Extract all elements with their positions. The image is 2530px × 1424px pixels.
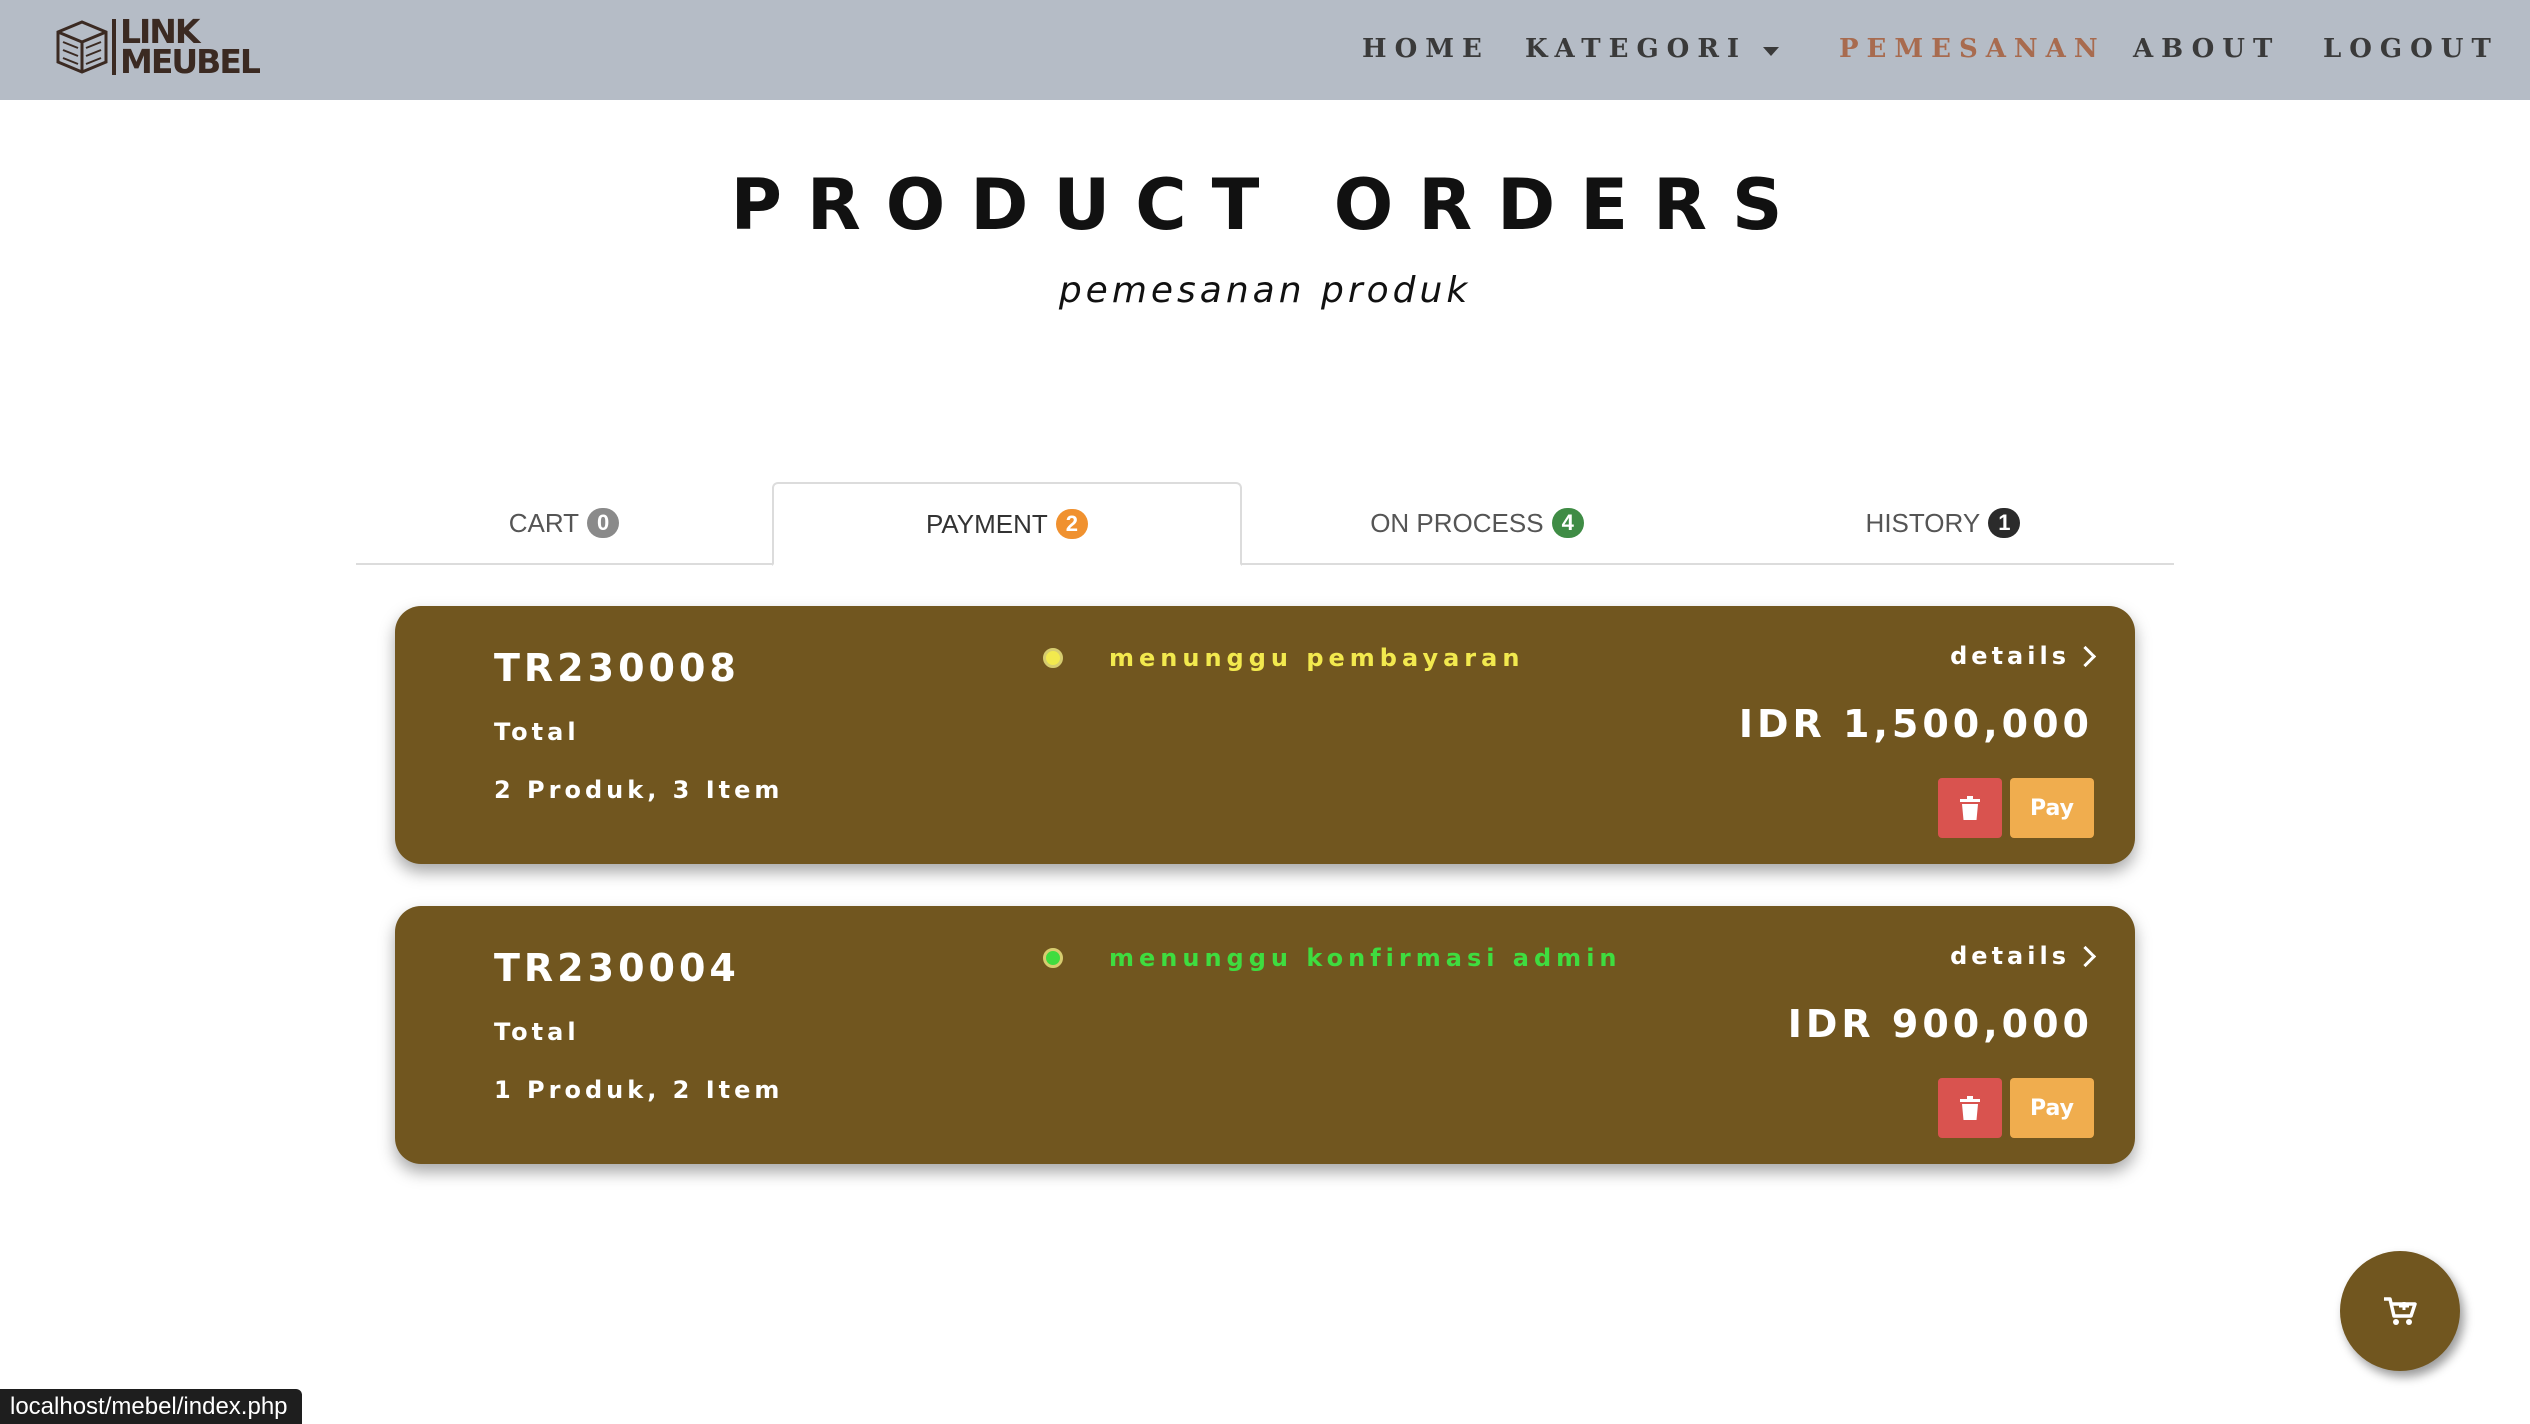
order-total-price: IDR 1,500,000 [1738, 702, 2093, 746]
count-badge: 0 [587, 508, 620, 538]
total-label: Total [494, 1018, 580, 1046]
nav-kategori[interactable]: KATEGORI [1525, 34, 1747, 64]
delete-order-button[interactable] [1938, 778, 2002, 838]
brand-line-2: MEUBEL [120, 42, 261, 81]
tab-label: ON PROCESS [1370, 507, 1544, 538]
tab-history[interactable]: HISTORY 1 [1712, 482, 2174, 564]
delete-order-button[interactable] [1938, 1078, 2002, 1138]
order-status: menunggu pembayaran [1109, 644, 1525, 672]
pay-button[interactable]: Pay [2010, 1078, 2094, 1138]
trash-icon [1960, 1096, 1980, 1120]
count-badge: 4 [1551, 508, 1584, 538]
nav-logout[interactable]: LOGOUT [2323, 34, 2499, 64]
tab-label: HISTORY [1865, 507, 1981, 538]
chevron-right-icon [2074, 645, 2097, 667]
details-link[interactable]: details [1950, 642, 2097, 670]
floating-cart-button[interactable] [2340, 1251, 2460, 1371]
count-badge: 2 [1055, 509, 1089, 539]
order-status: menunggu konfirmasi admin [1109, 944, 1622, 972]
order-total-price: IDR 900,000 [1787, 1002, 2093, 1046]
details-label: details [1950, 642, 2070, 670]
nav-about[interactable]: ABOUT [2133, 34, 2280, 64]
count-badge: 1 [1988, 508, 2021, 538]
cart-icon [2384, 1297, 2417, 1325]
page-subtitle: pemesanan produk [1058, 270, 1472, 311]
status-dot-icon [1043, 648, 1063, 668]
order-card: TR230008 Total 2 Produk, 3 Item menunggu… [395, 606, 2135, 864]
status-dot-icon [1043, 948, 1063, 968]
status-bar-url: localhost/mebel/index.php [0, 1389, 302, 1424]
trash-icon [1960, 796, 1980, 820]
tab-on-process[interactable]: ON PROCESS 4 [1242, 482, 1712, 564]
nav-home[interactable]: HOME [1362, 34, 1490, 64]
order-items-summary: 2 Produk, 3 Item [494, 776, 784, 804]
details-link[interactable]: details [1950, 942, 2097, 970]
order-id: TR230008 [494, 646, 740, 690]
tab-payment[interactable]: PAYMENT 2 [772, 482, 1242, 566]
details-label: details [1950, 942, 2070, 970]
total-label: Total [494, 718, 580, 746]
page-title: PRODUCT ORDERS [730, 164, 1808, 246]
brand-name: LINK MEUBEL [120, 15, 261, 81]
order-items-summary: 1 Produk, 2 Item [494, 1076, 784, 1104]
logo-divider [112, 19, 116, 75]
caret-down-icon[interactable] [1763, 47, 1779, 56]
navbar: LINK MEUBEL HOME KATEGORI PEMESANAN ABOU… [0, 0, 2530, 100]
brand-logo[interactable]: LINK MEUBEL [54, 15, 261, 81]
order-id: TR230004 [494, 946, 740, 990]
order-card: TR230004 Total 1 Produk, 2 Item menunggu… [395, 906, 2135, 1164]
tab-label: CART [508, 507, 580, 538]
nav-pemesanan[interactable]: PEMESANAN [1839, 34, 2106, 64]
tab-label: PAYMENT [925, 508, 1048, 539]
tab-cart[interactable]: CART 0 [356, 482, 772, 564]
chevron-right-icon [2074, 945, 2097, 967]
box-logo-icon [56, 20, 108, 74]
pay-button[interactable]: Pay [2010, 778, 2094, 838]
